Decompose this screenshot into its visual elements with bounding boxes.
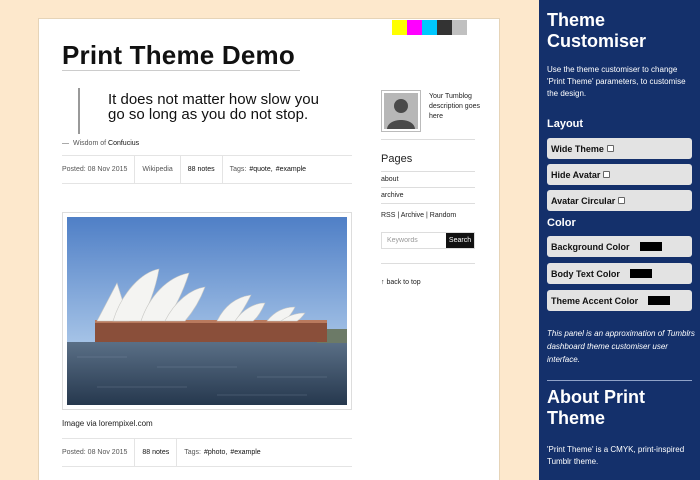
quote-source: — Wisdom of Confucius [62,140,139,147]
cmyk-cyan [422,20,437,35]
quote-dash: — [62,140,69,147]
option-background-color[interactable]: Background Color [547,236,692,257]
option-theme-accent-color[interactable]: Theme Accent Color [547,290,692,311]
wide-theme-checkbox[interactable] [606,145,614,152]
quote-text: It does not matter how slow you go so lo… [108,91,319,123]
post-meta-bar: Posted: 08 Nov 2015 88 notes Tags: #phot… [62,438,352,467]
tag-link[interactable]: #example [230,449,260,456]
random-link[interactable]: Random [430,212,456,219]
post-notes-link[interactable]: 88 notes [142,449,169,456]
panel-intro: Use the theme customiser to change 'Prin… [547,65,686,98]
hide-avatar-checkbox[interactable] [603,171,611,178]
about-text: 'Print Theme' is a CMYK, print-inspired … [547,445,685,466]
panel-title-line1: Theme [547,10,606,30]
cmyk-yellow [392,20,407,35]
tags-label: Tags: [184,449,201,456]
photo-caption: Image via lorempixel.com [62,419,153,428]
option-label: Body Text Color [551,268,620,279]
option-label: Hide Avatar [551,169,601,180]
post-date[interactable]: Posted: 08 Nov 2015 [62,439,136,466]
post-tags: Tags: #quote, #example [223,156,313,183]
theme-accent-color-swatch[interactable] [648,296,671,305]
post-notes[interactable]: 88 notes [135,439,178,466]
sidebar-divider [381,187,475,188]
post-tags: Tags: #photo, #example [177,439,267,466]
post-notes-link[interactable]: 88 notes [188,166,215,173]
post-date-text[interactable]: Posted: 08 Nov 2015 [62,449,127,456]
option-avatar-circular[interactable]: Avatar Circular [547,190,692,211]
avatar[interactable] [381,90,421,132]
tag-link[interactable]: #photo, [204,449,227,456]
cmyk-magenta [407,20,422,35]
panel-note: This panel is an approximation of Tumblr… [547,329,695,364]
title-divider [62,70,300,71]
sidebar-divider [381,171,475,172]
option-wide-theme[interactable]: Wide Theme [547,138,692,159]
photo-frame [62,212,352,410]
tag-link[interactable]: #quote, [249,166,272,173]
sidebar-divider [381,203,475,204]
body-text-color-swatch[interactable] [629,269,652,278]
option-body-text-color[interactable]: Body Text Color [547,263,692,284]
utility-links: RSS | Archive | Random [381,212,457,219]
option-label: Avatar Circular [551,195,616,206]
layout-heading: Layout [547,118,584,130]
page-link-about[interactable]: about [381,176,399,183]
pages-heading: Pages [381,153,413,165]
post-meta-bar: Posted: 08 Nov 2015 Wikipedia 88 notes T… [62,155,352,184]
search-form: Search [381,232,475,249]
site-title[interactable]: Print Theme Demo [62,40,295,71]
post-notes[interactable]: 88 notes [181,156,223,183]
post-via-link[interactable]: Wikipedia [142,166,172,173]
cmyk-color-strip [392,20,467,35]
cmyk-key [437,20,452,35]
option-label: Wide Theme [551,143,604,154]
quote-source-link[interactable]: Confucius [108,140,139,147]
theme-customiser-panel: Theme Customiser Use the theme customise… [539,0,700,480]
cmyk-gray [452,20,467,35]
tags-label: Tags: [229,166,247,173]
back-to-top-link[interactable]: ↑ back to top [381,279,421,286]
background-color-swatch[interactable] [639,242,662,251]
option-hide-avatar[interactable]: Hide Avatar [547,164,692,185]
archive-link[interactable]: Archive [401,212,424,219]
option-label: Background Color [551,241,630,252]
tag-link[interactable]: #example [276,166,306,173]
post-via[interactable]: Wikipedia [135,156,181,183]
blog-description: Your Tumblog description goes here [429,93,480,120]
option-label: Theme Accent Color [551,295,639,306]
sidebar-divider [381,263,475,264]
panel-title-line2: Customiser [547,31,647,51]
color-heading: Color [547,217,576,229]
sidebar-divider [381,139,475,140]
quote-source-prefix: Wisdom of [73,140,107,147]
sydney-opera-house-photo[interactable] [67,217,347,405]
post-date-text[interactable]: Posted: 08 Nov 2015 [62,166,127,173]
rss-link[interactable]: RSS [381,212,395,219]
about-heading-line1: About Print [547,387,645,407]
quote-bar [78,88,80,134]
post-date[interactable]: Posted: 08 Nov 2015 [62,156,136,183]
avatar-circular-checkbox[interactable] [618,197,626,204]
search-input[interactable] [382,233,446,248]
panel-divider [547,380,692,381]
page-link-archive[interactable]: archive [381,192,404,199]
search-button[interactable]: Search [446,233,474,248]
about-heading-line2: Theme [547,408,606,428]
avatar-icon [384,93,418,129]
